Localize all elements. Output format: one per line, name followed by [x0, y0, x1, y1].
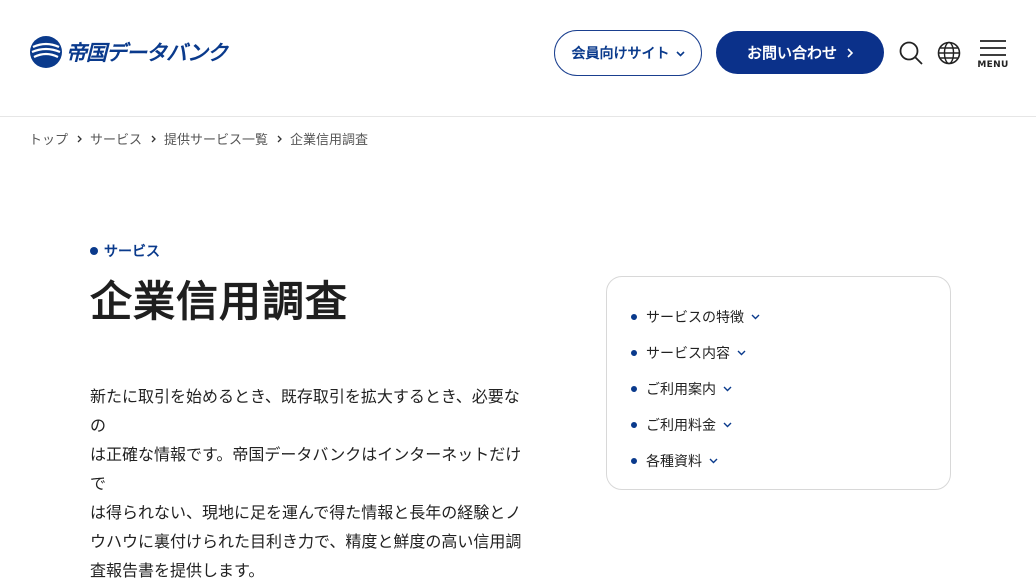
breadcrumb-item-top[interactable]: トップ	[29, 129, 68, 148]
toc-item-label: サービスの特徴	[646, 310, 744, 326]
chevron-down-icon	[751, 314, 760, 320]
menu-label: MENU	[977, 60, 1009, 70]
chevron-down-icon	[723, 422, 732, 428]
toc-item-guide[interactable]: ご利用案内	[607, 371, 950, 407]
breadcrumb-item-service[interactable]: サービス	[90, 129, 142, 148]
breadcrumb-item-current: 企業信用調査	[290, 133, 369, 148]
logo-link[interactable]: 帝国データバンク	[29, 35, 228, 69]
hamburger-icon	[980, 40, 1006, 56]
toc-item-label: 各種資料	[646, 454, 702, 470]
category-label-text: サービス	[104, 244, 160, 260]
member-site-button[interactable]: 会員向けサイト	[554, 30, 702, 76]
category-label: サービス	[90, 241, 160, 261]
logo-text: 帝国データバンク	[66, 41, 228, 65]
contact-button[interactable]: お問い合わせ	[716, 31, 884, 74]
search-icon	[899, 41, 923, 65]
intro-line: ウハウに裏付けられた目利き力で、精度と鮮度の高い信用調	[90, 532, 522, 551]
chevron-down-icon	[709, 458, 718, 464]
toc-item-label: サービス内容	[646, 346, 730, 362]
chevron-down-icon	[675, 45, 685, 61]
contact-label: お問い合わせ	[746, 44, 837, 62]
language-button[interactable]	[936, 40, 962, 66]
toc-item-documents[interactable]: 各種資料	[607, 443, 950, 479]
chevron-right-icon	[847, 44, 854, 62]
tdb-logo-icon	[30, 36, 62, 68]
breadcrumb-item-service-list[interactable]: 提供サービス一覧	[164, 129, 268, 148]
bullet-dot-icon	[631, 422, 637, 428]
toc-item-contents[interactable]: サービス内容	[607, 335, 950, 371]
intro-line: は正確な情報です。帝国データバンクはインターネットだけで	[90, 445, 522, 493]
toc-item-features[interactable]: サービスの特徴	[607, 299, 950, 335]
bullet-dot-icon	[631, 350, 637, 356]
member-site-label: 会員向けサイト	[571, 46, 670, 62]
intro-line: は得られない、現地に足を運んで得た情報と長年の経験とノ	[90, 503, 522, 522]
chevron-right-icon	[277, 135, 282, 143]
site-header: 帝国データバンク 会員向けサイト お問い合わせ MENU	[0, 0, 1036, 117]
intro-line: 査報告書を提供します。	[90, 561, 265, 580]
bullet-dot-icon	[631, 314, 637, 320]
intro-line: 新たに取引を始めるとき、既存取引を拡大するとき、必要なの	[90, 387, 520, 435]
menu-button[interactable]: MENU	[977, 40, 1009, 70]
breadcrumb: トップ サービス 提供サービス一覧 企業信用調査	[29, 129, 368, 148]
chevron-right-icon	[77, 135, 82, 143]
intro-paragraph: 新たに取引を始めるとき、既存取引を拡大するとき、必要なの は正確な情報です。帝国…	[90, 382, 530, 581]
page-toc: サービスの特徴 サービス内容 ご利用案内 ご利用料金 各種資料	[606, 276, 951, 490]
bullet-dot-icon	[631, 458, 637, 464]
page-title: 企業信用調査	[90, 277, 349, 326]
chevron-right-icon	[151, 135, 156, 143]
bullet-dot-icon	[90, 247, 98, 255]
toc-item-label: ご利用料金	[646, 418, 716, 434]
globe-icon	[937, 41, 961, 65]
search-button[interactable]	[897, 39, 925, 67]
chevron-down-icon	[737, 350, 746, 356]
bullet-dot-icon	[631, 386, 637, 392]
chevron-down-icon	[723, 386, 732, 392]
toc-item-pricing[interactable]: ご利用料金	[607, 407, 950, 443]
toc-item-label: ご利用案内	[646, 382, 716, 398]
